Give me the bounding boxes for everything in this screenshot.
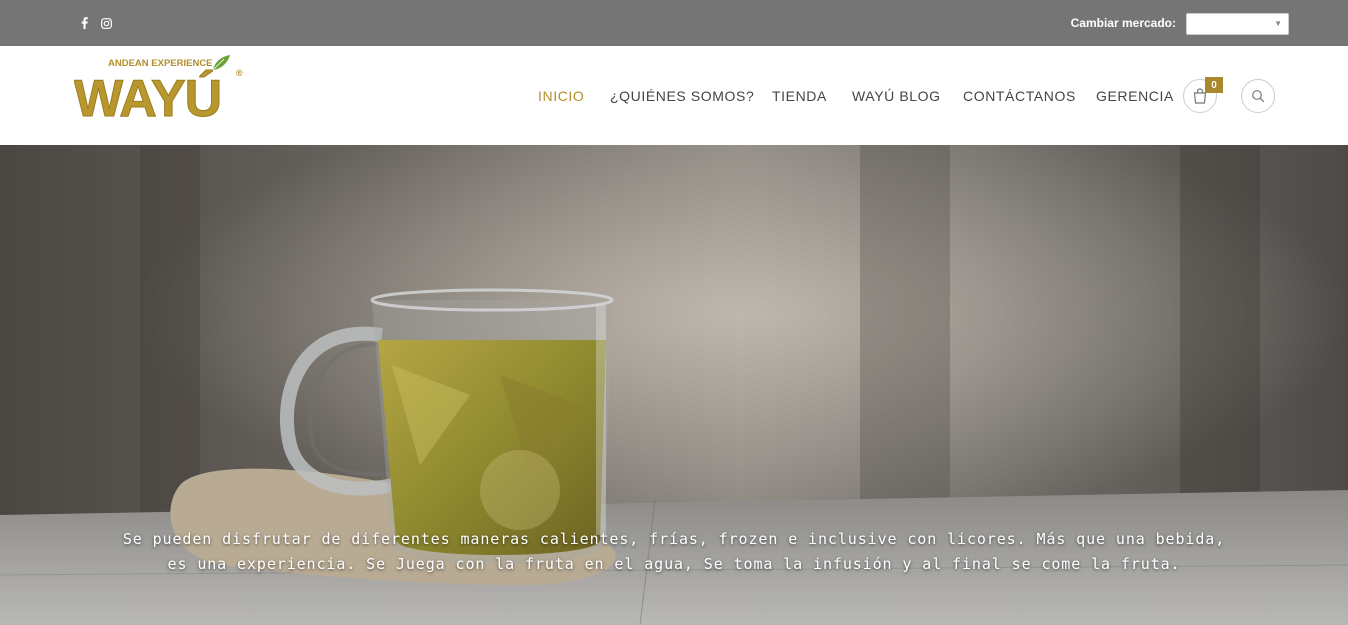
search-icon bbox=[1252, 90, 1265, 103]
main-nav: INICIO ¿QUIÉNES SOMOS? TIENDA WAYÚ BLOG … bbox=[0, 88, 1348, 108]
nav-item-wayu-blog[interactable]: WAYÚ BLOG bbox=[852, 88, 941, 104]
nav-item-tienda[interactable]: TIENDA bbox=[772, 88, 827, 104]
search-button[interactable] bbox=[1241, 79, 1275, 113]
market-label: Cambiar mercado: bbox=[1070, 16, 1176, 30]
facebook-icon[interactable] bbox=[78, 16, 90, 30]
registered-mark: ® bbox=[236, 68, 243, 78]
hero-caption: Se pueden disfrutar de diferentes manera… bbox=[0, 527, 1348, 577]
site-header: ANDEAN EXPERIENCE ® WAYÚ INICIO ¿QUIÉNES… bbox=[0, 46, 1348, 145]
cart-count-badge: 0 bbox=[1205, 77, 1223, 93]
nav-item-quienes-somos[interactable]: ¿QUIÉNES SOMOS? bbox=[610, 88, 754, 104]
hero-caption-line-2: es una experiencia. Se Juega con la frut… bbox=[167, 555, 1181, 573]
brand-tagline: ANDEAN EXPERIENCE bbox=[108, 58, 213, 69]
nav-item-inicio[interactable]: INICIO bbox=[538, 88, 584, 104]
social-links bbox=[78, 16, 112, 30]
instagram-icon[interactable] bbox=[100, 16, 112, 30]
top-bar: Cambiar mercado: ▼ bbox=[0, 0, 1348, 46]
hero-caption-line-1: Se pueden disfrutar de diferentes manera… bbox=[122, 530, 1226, 548]
market-select[interactable]: ▼ bbox=[1186, 13, 1289, 35]
nav-item-gerencia[interactable]: GERENCIA bbox=[1096, 88, 1174, 104]
nav-item-contactanos[interactable]: CONTÁCTANOS bbox=[963, 88, 1076, 104]
chevron-down-icon: ▼ bbox=[1274, 19, 1282, 28]
hero-banner: Se pueden disfrutar de diferentes manera… bbox=[0, 145, 1348, 625]
